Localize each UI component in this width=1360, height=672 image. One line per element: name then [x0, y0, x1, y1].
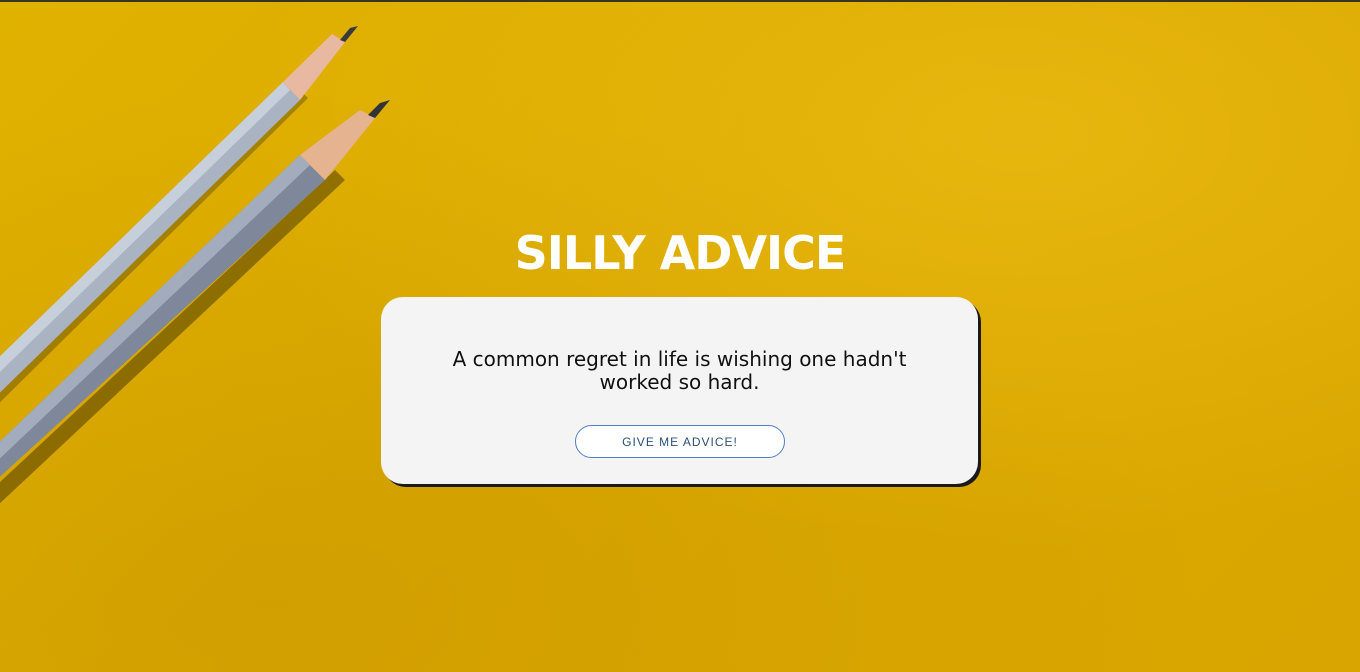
give-advice-button[interactable]: GIVE ME ADVICE! [575, 425, 785, 458]
page-title: SILLY ADVICE [514, 226, 847, 280]
advice-card: A common regret in life is wishing one h… [381, 297, 978, 484]
pencil-lead [368, 100, 390, 118]
pencil-lead [340, 26, 358, 42]
advice-text: A common regret in life is wishing one h… [452, 347, 907, 394]
pencil-tip [283, 34, 345, 100]
